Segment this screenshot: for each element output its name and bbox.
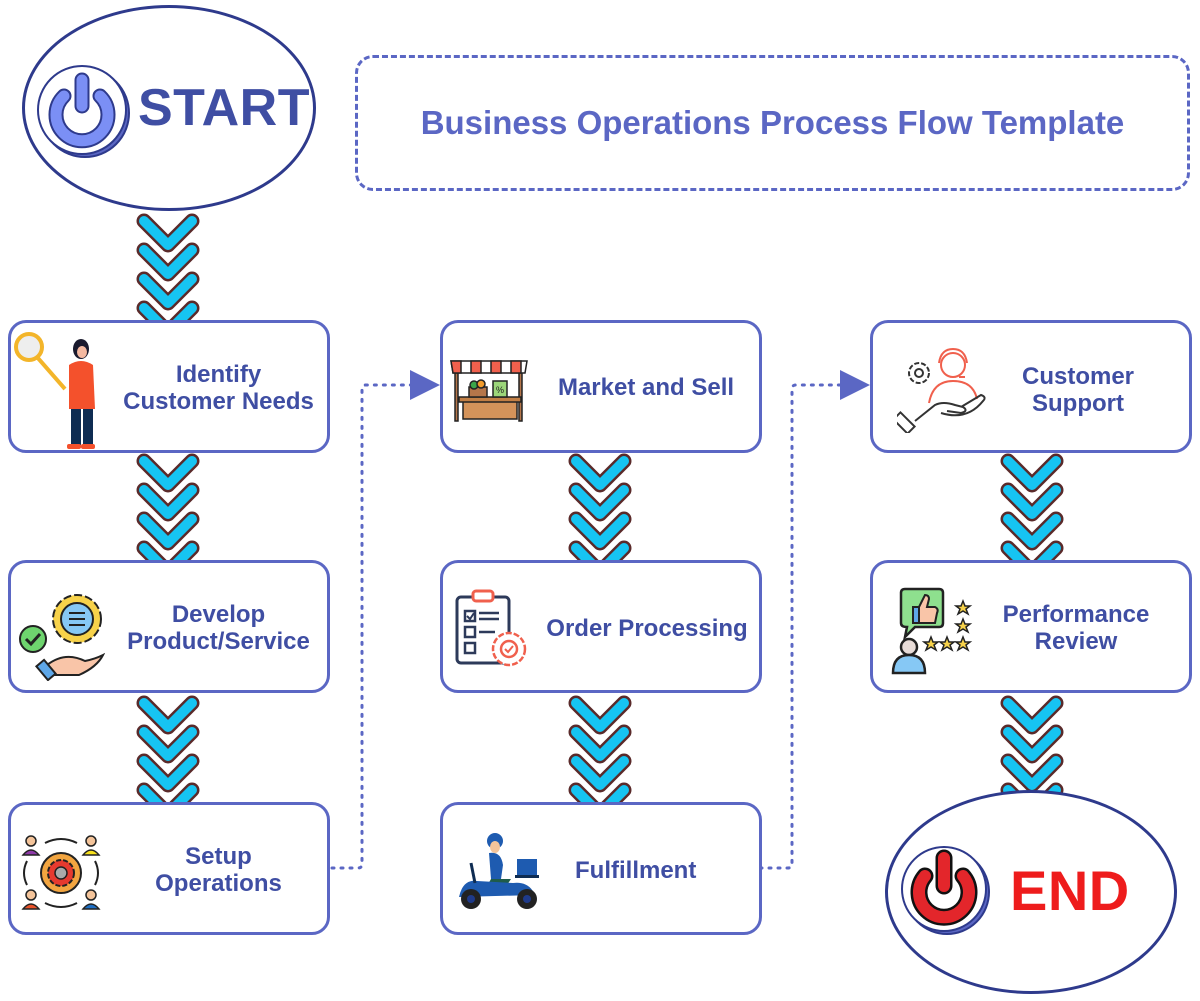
chevron-down-icon — [571, 514, 629, 548]
step-label: Customer Support — [983, 363, 1173, 417]
chevron-down-icon — [139, 245, 197, 279]
chevron-down-icon — [139, 756, 197, 790]
step-label: Fulfillment — [575, 857, 715, 884]
svg-text:%: % — [496, 385, 504, 395]
step-order-processing[interactable]: Order Processing — [440, 560, 762, 693]
step-label: Performance Review — [985, 601, 1167, 655]
support-agent-hand-icon — [897, 347, 986, 433]
gear-chat-hand-icon — [19, 594, 105, 681]
clipboard-gear-icon — [455, 589, 527, 667]
market-stall-icon: % — [450, 360, 528, 422]
chevron-down-icon — [1003, 456, 1061, 490]
flow-chevron-stack — [136, 695, 200, 822]
flow-chevron-stack — [136, 453, 200, 580]
step-label: Identify Customer Needs — [106, 361, 331, 415]
step-label-line: Develop — [171, 601, 266, 628]
step-label-line: Operations — [155, 870, 282, 897]
step-develop-product-service[interactable]: Develop Product/Service — [8, 560, 330, 693]
chevron-down-icon — [1003, 485, 1061, 519]
step-label: Develop Product/Service — [106, 601, 331, 655]
chevron-down-icon — [139, 456, 197, 490]
chevron-down-icon — [1003, 698, 1061, 732]
step-identify-customer-needs[interactable]: Identify Customer Needs — [8, 320, 330, 453]
chevron-down-icon — [571, 727, 629, 761]
step-label-line: Order Processing — [546, 615, 748, 642]
step-fulfillment[interactable]: Fulfillment — [440, 802, 762, 935]
step-performance-review[interactable]: Performance Review — [870, 560, 1192, 693]
step-label-line: Product/Service — [127, 628, 310, 655]
flow-chevron-stack — [1000, 453, 1064, 580]
step-label-line: Performance — [1002, 601, 1150, 628]
chevron-down-icon — [139, 514, 197, 548]
step-customer-support[interactable]: Customer Support — [870, 320, 1192, 453]
chevron-down-icon — [139, 216, 197, 250]
step-label-line: Fulfillment — [575, 857, 697, 884]
step-label-line: Review — [1034, 628, 1118, 655]
flow-chevron-stack — [568, 695, 632, 822]
chevron-down-icon — [571, 456, 629, 490]
chevron-down-icon — [139, 698, 197, 732]
chevron-down-icon — [571, 485, 629, 519]
end-power-icon — [901, 846, 990, 935]
step-label: Setup Operations — [106, 843, 331, 897]
step-label-line: Setup — [185, 843, 252, 870]
connector-setup-to-market — [330, 370, 440, 870]
step-label-line: Customer — [1021, 363, 1135, 390]
step-market-and-sell[interactable]: % Market and Sell — [440, 320, 762, 453]
chevron-down-icon — [1003, 514, 1061, 548]
step-label: Market and Sell — [531, 374, 761, 401]
step-label: Order Processing — [529, 615, 765, 642]
flow-chevron-stack — [136, 213, 200, 340]
chevron-down-icon — [571, 756, 629, 790]
chevron-down-icon — [1003, 756, 1061, 790]
chevron-down-icon — [571, 698, 629, 732]
rating-feedback-icon — [891, 587, 973, 675]
flow-chevron-stack — [568, 453, 632, 580]
step-setup-operations[interactable]: Setup Operations — [8, 802, 330, 935]
delivery-scooter-icon — [459, 833, 539, 909]
chevron-down-icon — [139, 485, 197, 519]
step-label-line: Market and Sell — [557, 374, 735, 401]
step-label-line: Support — [1032, 390, 1124, 417]
step-label-line: Identify — [175, 361, 262, 388]
team-gear-cycle-icon — [21, 835, 101, 910]
chevron-down-icon — [1003, 727, 1061, 761]
person-magnifier-icon — [14, 332, 95, 449]
step-label-line: Customer Needs — [123, 388, 314, 415]
end-label: END — [1010, 859, 1130, 922]
chevron-down-icon — [139, 274, 197, 308]
chevron-down-icon — [139, 727, 197, 761]
